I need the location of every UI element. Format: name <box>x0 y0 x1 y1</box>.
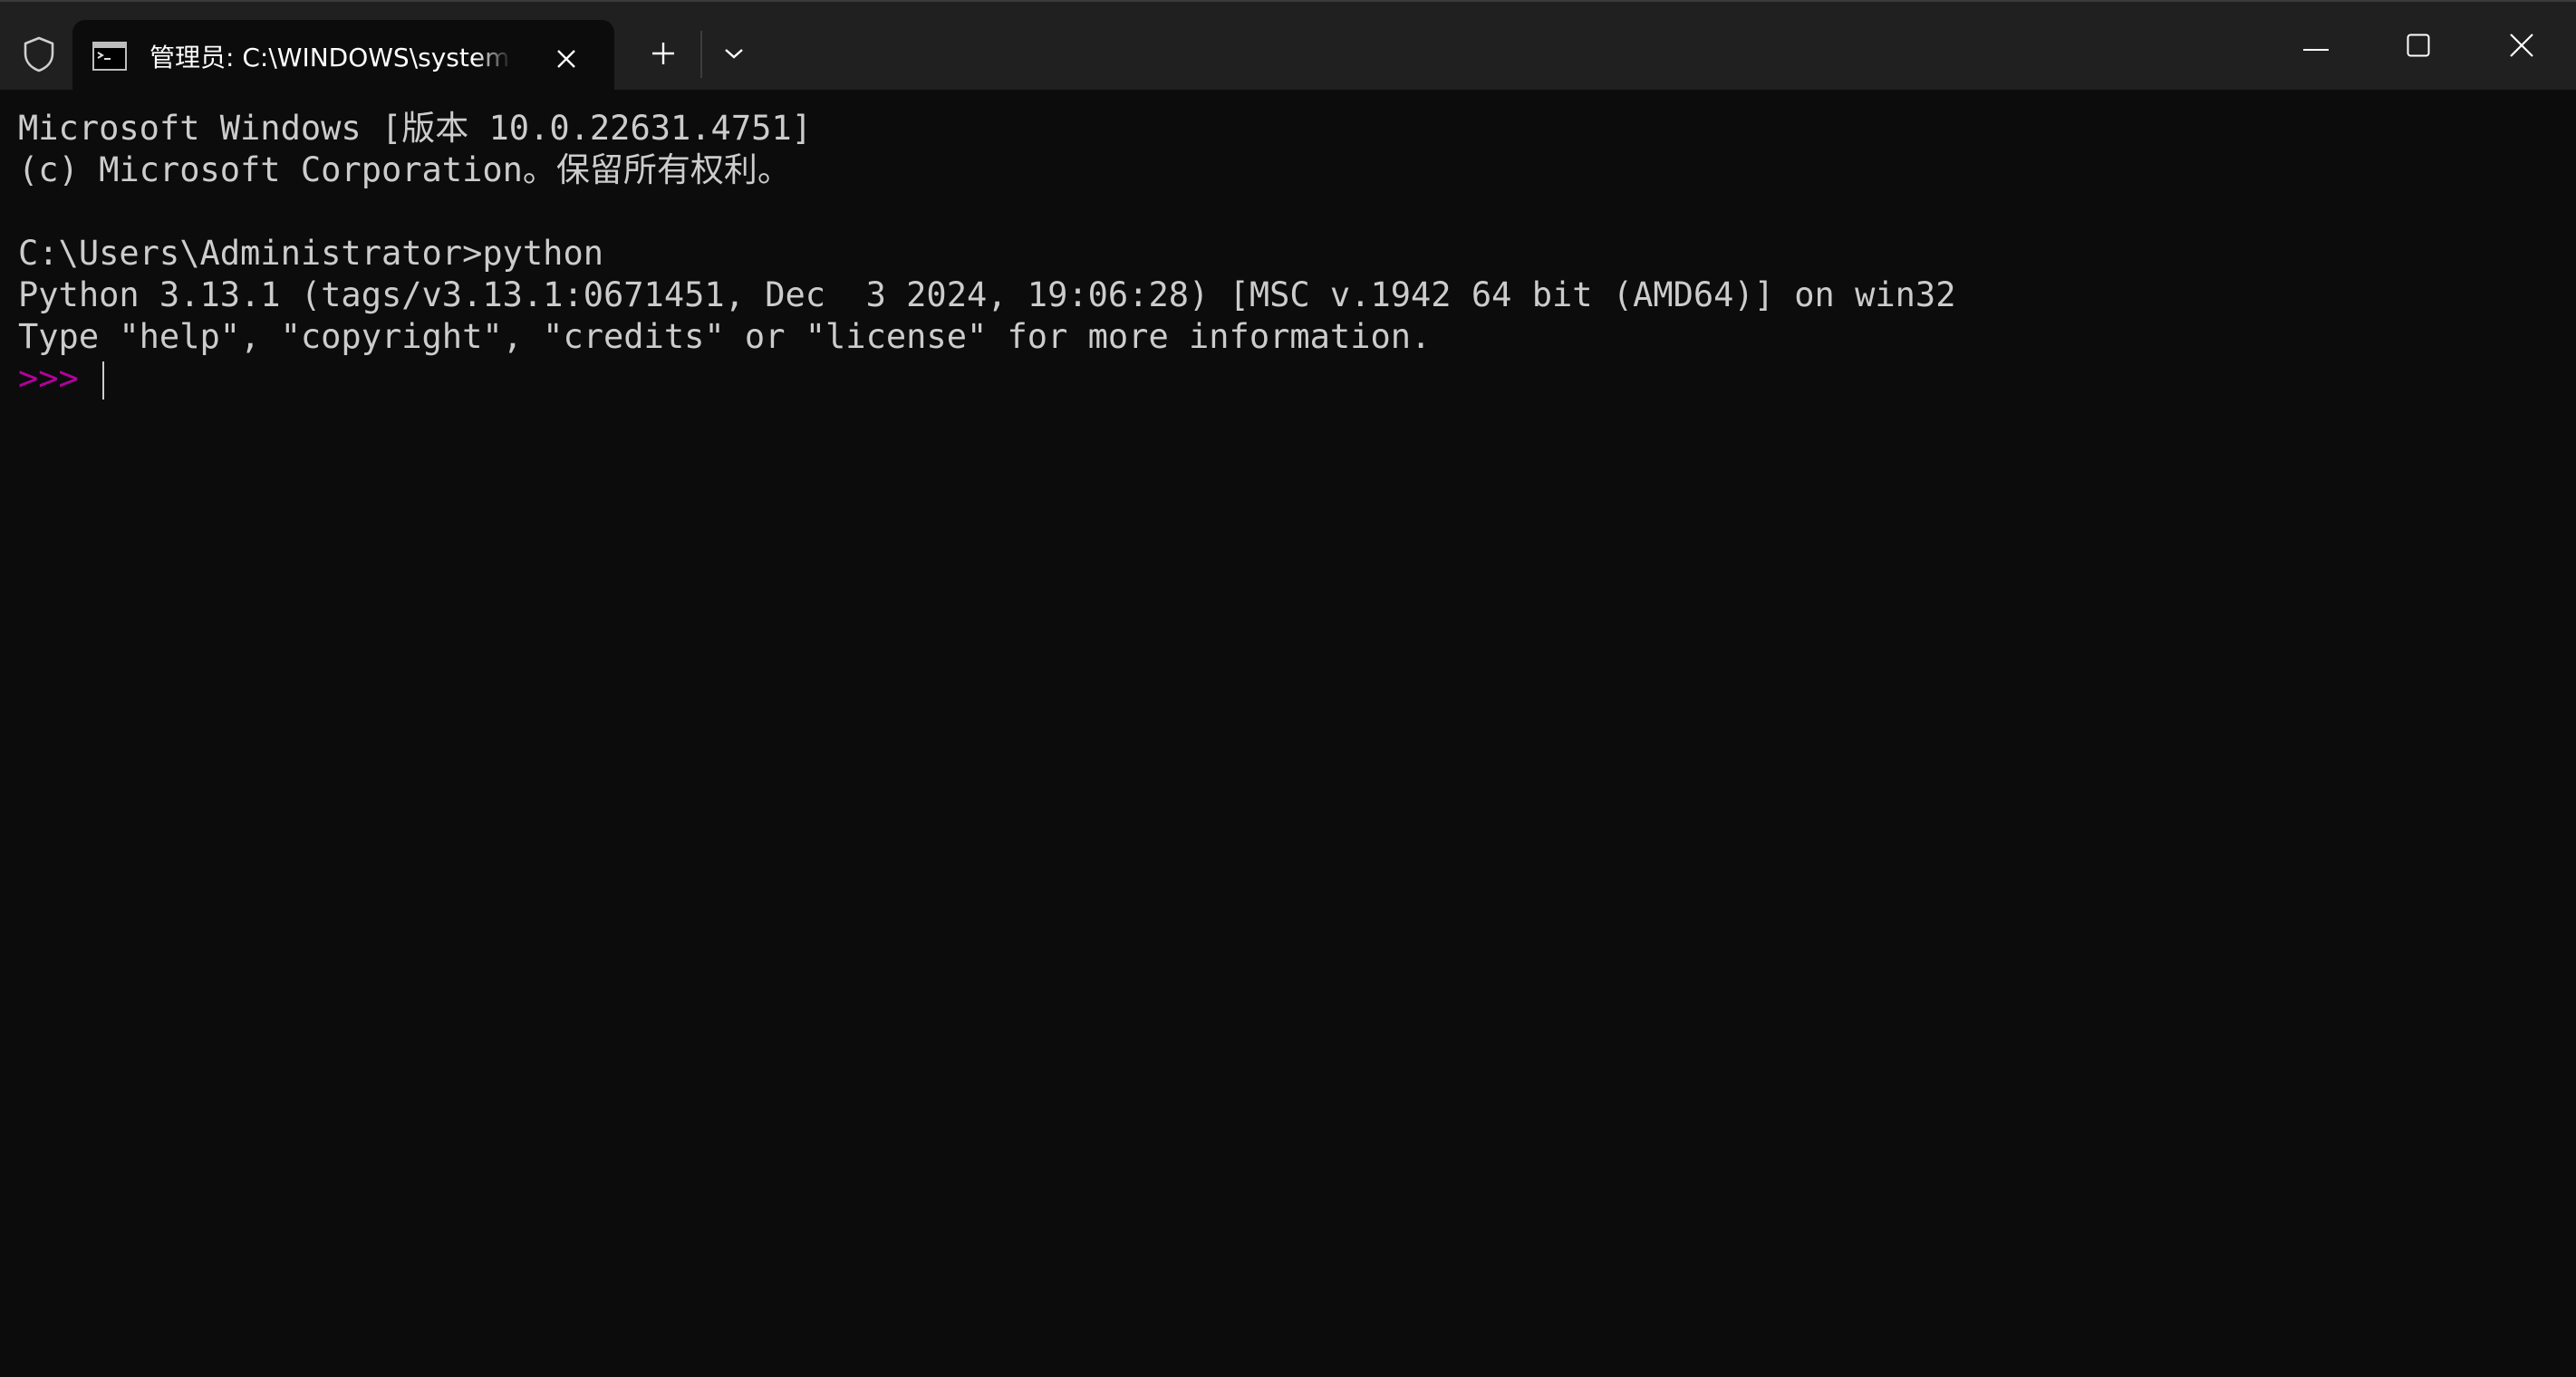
maximize-icon <box>2407 34 2430 61</box>
terminal-line: (c) Microsoft Corporation。保留所有权利。 <box>18 150 791 189</box>
prompt-line[interactable]: >>> <box>18 358 2576 400</box>
minimize-button[interactable] <box>2265 2 2367 91</box>
tab-title: 管理员: C:\WINDOWS\system32\cmd.exe <box>150 43 512 72</box>
title-bar: 管理员: C:\WINDOWS\system32\cmd.exe <box>0 0 2576 91</box>
plus-icon <box>651 41 676 70</box>
terminal-line: Type "help", "copyright", "credits" or "… <box>18 317 1432 356</box>
terminal-output[interactable]: Microsoft Windows [版本 10.0.22631.4751] (… <box>0 90 2576 1377</box>
minimize-icon <box>2303 38 2329 55</box>
python-prompt: >>> <box>18 359 79 398</box>
terminal-line: C:\Users\Administrator>python <box>18 234 604 273</box>
terminal-window: 管理员: C:\WINDOWS\system32\cmd.exe <box>0 0 2576 1377</box>
close-button[interactable] <box>2471 2 2572 91</box>
maximize-button[interactable] <box>2368 2 2469 91</box>
terminal-line: Python 3.13.1 (tags/v3.13.1:0671451, Dec… <box>18 275 1956 314</box>
shield-icon <box>20 35 58 73</box>
close-icon <box>2509 33 2534 62</box>
chevron-down-icon <box>723 46 745 64</box>
cmd-icon <box>92 42 127 71</box>
text-cursor <box>102 361 105 400</box>
tab-close-icon[interactable] <box>545 38 587 80</box>
tab-cmd[interactable]: 管理员: C:\WINDOWS\system32\cmd.exe <box>72 20 614 91</box>
title-bar-divider <box>700 31 702 78</box>
new-tab-button[interactable] <box>638 34 689 76</box>
terminal-line: Microsoft Windows [版本 10.0.22631.4751] <box>18 109 812 148</box>
tab-dropdown-button[interactable] <box>710 34 757 76</box>
